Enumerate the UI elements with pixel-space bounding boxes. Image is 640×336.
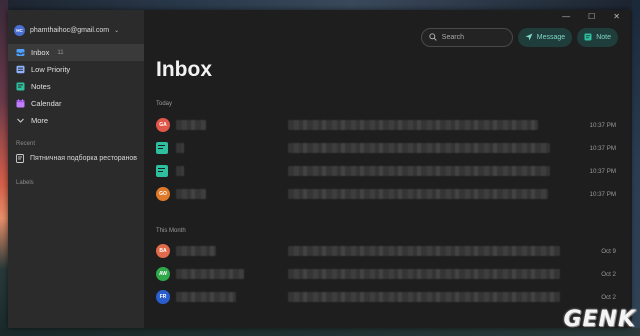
account-switcher[interactable]: HC phamthaihoc@gmail.com ⌄	[8, 22, 144, 38]
sender-redacted	[176, 120, 206, 130]
subject-redacted	[288, 166, 550, 176]
subject-redacted	[288, 292, 560, 302]
message-row[interactable]: BA Oct 9	[156, 240, 616, 262]
note-icon	[156, 165, 168, 177]
message-label: Message	[536, 34, 566, 41]
sidebar-item-inbox[interactable]: Inbox 11	[8, 44, 144, 61]
send-icon	[525, 33, 533, 43]
calendar-icon	[16, 99, 25, 108]
row-time: 10:37 PM	[589, 121, 616, 129]
close-button[interactable]: ✕	[613, 12, 620, 21]
notes-icon	[16, 82, 25, 91]
chevron-down-icon: ⌄	[114, 27, 120, 34]
row-time: Oct 2	[601, 293, 616, 301]
avatar: AW	[156, 267, 170, 281]
account-avatar: HC	[14, 24, 25, 36]
sidebar-item-low-priority[interactable]: Low Priority	[8, 61, 144, 78]
message-row[interactable]: AW Oct 2	[156, 263, 616, 285]
note-icon	[156, 142, 168, 154]
sidebar: HC phamthaihoc@gmail.com ⌄ Inbox 11 Low …	[8, 10, 144, 328]
note-doc-icon	[16, 154, 24, 163]
sidebar-item-label: Calendar	[31, 99, 62, 108]
avatar: FR	[156, 290, 170, 304]
sender-redacted	[176, 292, 236, 302]
app-window: HC phamthaihoc@gmail.com ⌄ Inbox 11 Low …	[8, 10, 630, 328]
avatar: GO	[156, 187, 170, 201]
desktop-wallpaper-left	[0, 0, 8, 336]
recent-item[interactable]: Пятничная подборка ресторанов	[8, 151, 144, 166]
subject-redacted	[288, 269, 560, 279]
search-icon	[429, 32, 437, 43]
sidebar-item-label: Low Priority	[31, 65, 71, 74]
toolbar: Search Message Note	[420, 28, 618, 47]
recent-section-label: Recent	[16, 141, 36, 147]
avatar: GA	[156, 118, 170, 132]
watermark-logo: GENK	[563, 307, 636, 332]
row-time: 10:37 PM	[589, 167, 616, 175]
note-row[interactable]: 10:37 PM	[156, 137, 616, 159]
message-row[interactable]: GO 10:37 PM	[156, 183, 616, 205]
subject-redacted	[288, 120, 538, 130]
desktop-wallpaper-bottom	[0, 328, 640, 336]
note-icon	[584, 33, 592, 43]
message-row[interactable]: FR Oct 2	[156, 286, 616, 308]
sidebar-item-more[interactable]: More	[8, 112, 144, 129]
subject-redacted	[288, 143, 550, 153]
sender-redacted	[176, 269, 244, 279]
group-label-this-month: This Month	[156, 228, 186, 234]
sender-redacted	[176, 166, 184, 176]
subject-redacted	[288, 246, 560, 256]
unread-count: 11	[57, 49, 64, 56]
page-title: Inbox	[156, 58, 212, 81]
window-controls: — ☐ ✕	[562, 10, 620, 22]
sender-redacted	[176, 246, 216, 256]
search-input[interactable]: Search	[420, 28, 513, 47]
new-message-button[interactable]: Message	[517, 28, 573, 47]
note-row[interactable]: 10:37 PM	[156, 160, 616, 182]
sidebar-item-calendar[interactable]: Calendar	[8, 95, 144, 112]
row-time: Oct 9	[601, 247, 616, 255]
sidebar-item-label: More	[31, 116, 49, 125]
subject-redacted	[288, 189, 548, 199]
recent-item-label: Пятничная подборка ресторанов	[30, 155, 137, 162]
row-time: 10:37 PM	[589, 190, 616, 198]
minimize-button[interactable]: —	[562, 12, 570, 21]
search-placeholder: Search	[441, 34, 464, 41]
sidebar-item-notes[interactable]: Notes	[8, 78, 144, 95]
sender-redacted	[176, 143, 184, 153]
row-time: Oct 2	[601, 270, 616, 278]
inbox-icon	[16, 48, 25, 57]
main-panel: — ☐ ✕ Search Message Note Inbox Today GA…	[144, 10, 630, 328]
account-email: phamthaihoc@gmail.com	[30, 26, 110, 34]
group-label-today: Today	[156, 101, 173, 107]
chevron-down-icon	[16, 116, 25, 125]
desktop-wallpaper-top	[0, 0, 640, 10]
maximize-button[interactable]: ☐	[588, 12, 595, 21]
sidebar-item-label: Notes	[31, 82, 51, 91]
avatar: BA	[156, 244, 170, 258]
row-time: 10:37 PM	[589, 144, 616, 152]
low-priority-icon	[16, 65, 25, 74]
new-note-button[interactable]: Note	[577, 28, 618, 47]
labels-section-label: Labels	[16, 180, 34, 186]
sidebar-nav: Inbox 11 Low Priority Notes Calendar Mor…	[8, 44, 144, 129]
sender-redacted	[176, 189, 206, 199]
message-row[interactable]: GA 10:37 PM	[156, 114, 616, 136]
note-label: Note	[596, 34, 611, 41]
desktop-wallpaper-right	[632, 0, 640, 336]
sidebar-item-label: Inbox	[31, 48, 50, 57]
